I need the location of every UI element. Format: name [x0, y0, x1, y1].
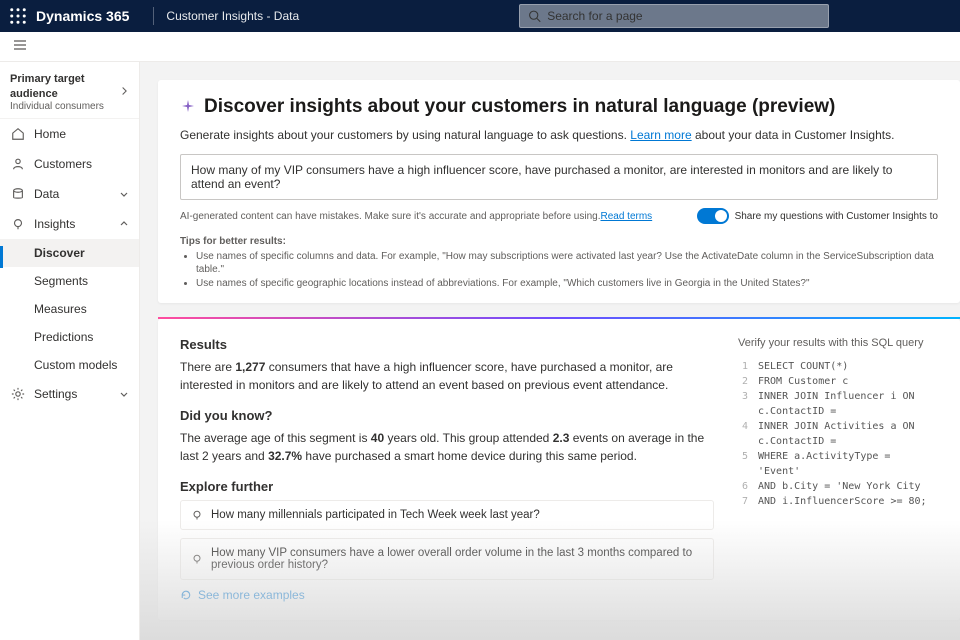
home-icon — [10, 126, 26, 142]
audience-label: Primary target audience — [10, 73, 85, 100]
sidebar: Primary target audience Individual consu… — [0, 62, 140, 640]
results-text: There are 1,277 consumers that have a hi… — [180, 358, 714, 394]
nav-measures[interactable]: Measures — [0, 295, 139, 323]
intro-text: Generate insights about your customers b… — [180, 128, 938, 142]
query-input[interactable]: How many of my VIP consumers have a high… — [180, 154, 938, 200]
audience-selector[interactable]: Primary target audience Individual consu… — [0, 62, 139, 119]
nav-insights[interactable]: Insights — [0, 209, 139, 239]
lightbulb-icon — [191, 509, 203, 521]
chevron-down-icon — [119, 389, 129, 399]
learn-more-link[interactable]: Learn more — [630, 128, 691, 142]
share-toggle[interactable] — [697, 208, 729, 224]
customers-icon — [10, 156, 26, 172]
results-card: Results There are 1,277 consumers that h… — [158, 319, 960, 620]
top-bar: Dynamics 365 Customer Insights - Data — [0, 0, 960, 32]
lightbulb-icon — [191, 553, 203, 565]
nav-discover[interactable]: Discover — [0, 239, 139, 267]
tips-title: Tips for better results: — [180, 236, 938, 247]
search-icon — [528, 9, 541, 23]
tip-item: Use names of specific columns and data. … — [196, 250, 938, 276]
explore-suggestion[interactable]: How many VIP consumers have a lower over… — [180, 538, 714, 580]
data-icon — [10, 186, 26, 202]
share-toggle-group: Share my questions with Customer Insight… — [697, 208, 938, 224]
sql-panel: Verify your results with this SQL query … — [738, 337, 938, 602]
nav-customers[interactable]: Customers — [0, 149, 139, 179]
hamburger-row — [0, 32, 960, 62]
did-you-know-heading: Did you know? — [180, 408, 714, 423]
explore-heading: Explore further — [180, 479, 714, 494]
nav-label: Customers — [34, 157, 92, 171]
product-name: Customer Insights - Data — [166, 9, 299, 23]
global-search-input[interactable] — [547, 9, 820, 23]
nav-home[interactable]: Home — [0, 119, 139, 149]
nav-settings[interactable]: Settings — [0, 379, 139, 409]
sql-query: 1SELECT COUNT(*) 2FROM Customer c 3INNER… — [738, 359, 938, 509]
divider — [153, 7, 154, 25]
audience-value: Individual consumers — [10, 101, 120, 112]
brand-name[interactable]: Dynamics 365 — [36, 8, 129, 24]
disclaimer-row: AI-generated content can have mistakes. … — [180, 208, 938, 224]
nav-label: Settings — [34, 387, 77, 401]
sparkle-icon — [180, 99, 196, 115]
query-card: Discover insights about your customers i… — [158, 80, 960, 303]
hamburger-icon[interactable] — [12, 37, 28, 56]
nav-label: Home — [34, 127, 66, 141]
tips-section: Tips for better results: Use names of sp… — [180, 236, 938, 290]
nav-predictions[interactable]: Predictions — [0, 323, 139, 351]
global-search[interactable] — [519, 4, 829, 28]
main-content: Discover insights about your customers i… — [140, 62, 960, 640]
share-label: Share my questions with Customer Insight… — [735, 211, 938, 222]
nav-segments[interactable]: Segments — [0, 267, 139, 295]
refresh-icon — [180, 589, 192, 601]
page-title: Discover insights about your customers i… — [180, 96, 938, 118]
nav-data[interactable]: Data — [0, 179, 139, 209]
results-heading: Results — [180, 337, 714, 352]
tip-item: Use names of specific geographic locatio… — [196, 277, 938, 290]
nav-label: Insights — [34, 217, 75, 231]
app-launcher-icon[interactable] — [8, 6, 28, 26]
gear-icon — [10, 386, 26, 402]
chevron-right-icon — [120, 86, 129, 96]
read-terms-link[interactable]: Read terms — [600, 211, 652, 222]
nav-label: Data — [34, 187, 59, 201]
chevron-up-icon — [119, 219, 129, 229]
chevron-down-icon — [119, 189, 129, 199]
sql-verify-label: Verify your results with this SQL query — [738, 337, 938, 349]
dyk-text: The average age of this segment is 40 ye… — [180, 429, 714, 465]
explore-suggestion[interactable]: How many millennials participated in Tec… — [180, 500, 714, 530]
nav-custom-models[interactable]: Custom models — [0, 351, 139, 379]
see-more-link[interactable]: See more examples — [180, 588, 714, 602]
insights-icon — [10, 216, 26, 232]
